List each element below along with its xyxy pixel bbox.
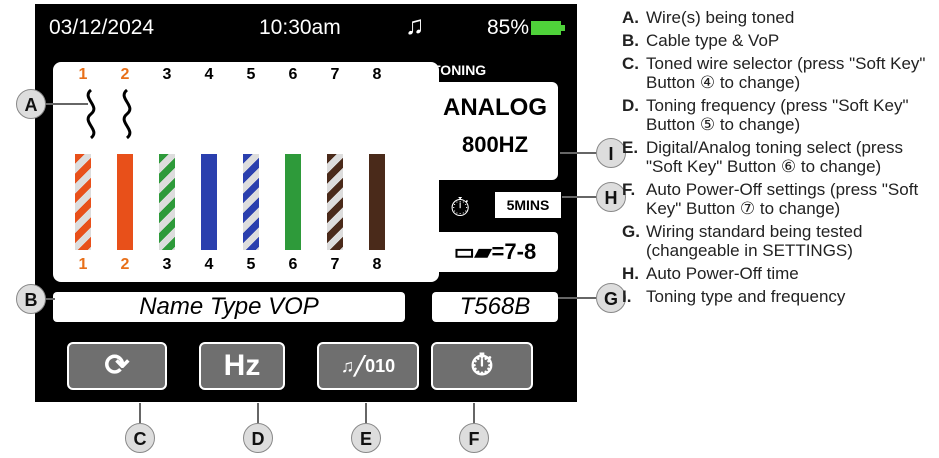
callout-c: C [125,423,155,453]
legend-text: Digital/Analog toning select (press "Sof… [646,138,904,176]
legend-item: C. Toned wire selector (press "Soft Key" … [622,54,934,92]
callout-f: F [459,423,489,453]
callout-b: B [16,284,46,314]
legend-text: Toning frequency (press "Soft Key" Butto… [646,96,909,134]
legend-text: Toning type and frequency [646,287,846,306]
legend-text: Wire(s) being toned [646,8,795,27]
legend-item: B. Cable type & VoP [622,31,934,50]
legend-letter: A. [622,8,639,27]
legend-item: G. Wiring standard being tested (changeab… [622,222,934,260]
legend-letter: F. [622,180,636,199]
legend-letter: C. [622,54,639,73]
legend-text: Auto Power-Off settings (press "Soft Key… [646,180,919,218]
legend-item: A. Wire(s) being toned [622,8,934,27]
legend-letter: E. [622,138,639,157]
legend-letter: G. [622,222,640,241]
legend-letter: H. [622,264,639,283]
legend-text: Wiring standard being tested (changeable… [646,222,863,260]
legend-text: Cable type & VoP [646,31,780,50]
legend-item: E. Digital/Analog toning select (press "S… [622,138,934,176]
legend-item: D. Toning frequency (press "Soft Key" But… [622,96,934,134]
legend-item: H. Auto Power-Off time [622,264,934,283]
callout-e: E [351,423,381,453]
legend-letter: B. [622,31,639,50]
legend-item: F. Auto Power-Off settings (press "Soft K… [622,180,934,218]
legend-item: I. Toning type and frequency [622,287,934,306]
legend: A. Wire(s) being toned B. Cable type & VoP C… [622,8,934,310]
legend-text: Auto Power-Off time [646,264,799,283]
legend-text: Toned wire selector (press "Soft Key" Bu… [646,54,926,92]
callout-a: A [16,89,46,119]
legend-letter: I. [622,287,632,306]
callout-d: D [243,423,273,453]
legend-letter: D. [622,96,639,115]
